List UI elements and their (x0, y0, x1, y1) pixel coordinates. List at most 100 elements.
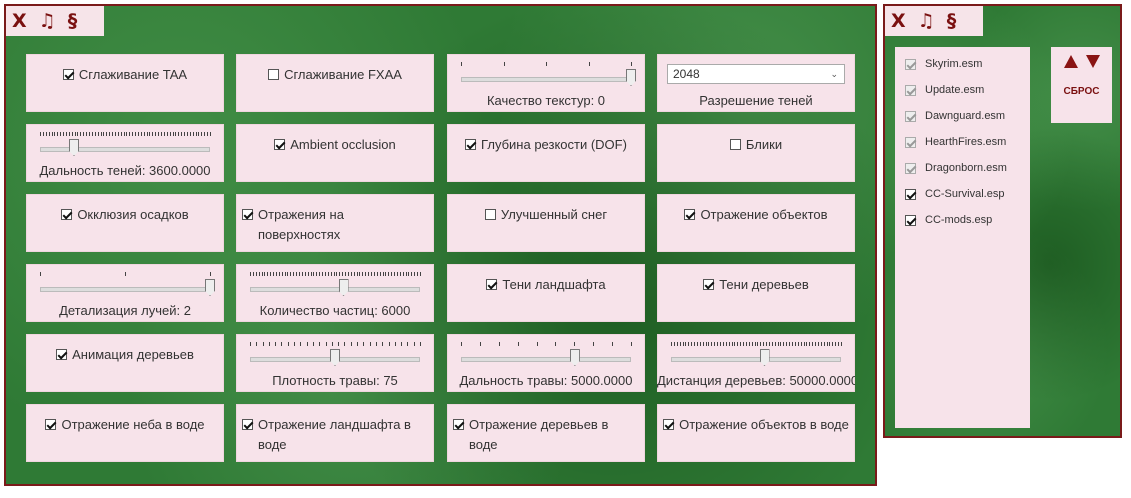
slider[interactable] (671, 342, 842, 368)
setting-checkbox-card: Отражение объектов в воде (657, 404, 855, 462)
checkbox[interactable] (242, 209, 253, 220)
plugin-checkbox (905, 110, 916, 122)
plugin-checkbox (905, 58, 916, 70)
select-value: 2048 (673, 67, 700, 81)
settings-titlebar: X ♫ § (6, 6, 104, 36)
checkbox-label[interactable]: Ambient occlusion (290, 135, 396, 155)
reset-button[interactable]: СБРОС (1051, 86, 1112, 97)
checkbox-label[interactable]: Отражение ландшафта в воде (258, 415, 428, 455)
plugin-item[interactable]: CC-Survival.esp (895, 181, 1030, 207)
close-icon[interactable]: X (12, 11, 27, 31)
shadow-resolution-select[interactable]: 2048 ⌄ (667, 64, 845, 84)
setting-slider-card: Дальность теней: 3600.0000 (26, 124, 224, 182)
checkbox-label[interactable]: Отражение объектов в воде (679, 415, 849, 435)
slider-thumb[interactable] (330, 349, 340, 366)
slider-thumb[interactable] (205, 279, 215, 296)
slider-thumb[interactable] (626, 69, 636, 86)
checkbox-label[interactable]: Отражение неба в воде (61, 415, 204, 435)
checkbox[interactable] (242, 419, 253, 430)
slider-label: Количество частиц: 6000 (259, 303, 411, 318)
checkbox-label[interactable]: Глубина резкости (DOF) (481, 135, 627, 155)
checkbox-label[interactable]: Сглаживание TAA (79, 65, 187, 85)
checkbox-label[interactable]: Тени ландшафта (502, 275, 605, 295)
setting-checkbox-card: Блики (657, 124, 855, 182)
slider-track[interactable] (250, 287, 420, 292)
section-sign-icon[interactable]: § (947, 11, 957, 31)
music-note-icon[interactable]: ♫ (39, 11, 56, 31)
music-note-icon[interactable]: ♫ (918, 11, 935, 31)
slider-label: Дистанция деревьев: 50000.0000 (657, 373, 855, 388)
arrow-down-icon[interactable] (1085, 55, 1100, 68)
slider-thumb[interactable] (338, 279, 349, 296)
checkbox[interactable] (465, 139, 477, 150)
checkbox[interactable] (484, 209, 496, 220)
checkbox[interactable] (729, 139, 741, 150)
setting-slider-card: Детализация лучей: 2 (26, 264, 224, 322)
checkbox[interactable] (62, 69, 74, 80)
plugin-item[interactable]: Dragonborn.esm (895, 155, 1030, 181)
slider-track[interactable] (461, 357, 631, 362)
slider-thumb[interactable] (69, 139, 79, 156)
slider[interactable] (461, 342, 632, 368)
setting-checkbox-card: Ambient occlusion (236, 124, 434, 182)
close-icon[interactable]: X (891, 11, 906, 31)
arrow-up-icon[interactable] (1063, 55, 1078, 68)
chevron-down-icon[interactable]: ⌄ (830, 65, 838, 83)
slider-label: Дальность травы: 5000.0000 (459, 373, 633, 388)
slider-thumb[interactable] (569, 349, 580, 366)
slider-ticks (250, 272, 421, 277)
slider-track[interactable] (40, 147, 210, 152)
checkbox[interactable] (268, 69, 280, 80)
slider[interactable] (250, 342, 421, 368)
slider-track[interactable] (671, 357, 841, 362)
plugin-checkbox (905, 162, 916, 174)
checkbox-label[interactable]: Тени деревьев (719, 275, 809, 295)
checkbox[interactable] (56, 349, 68, 360)
setting-checkbox-card: Анимация деревьев (26, 334, 224, 392)
setting-slider-card: Дальность травы: 5000.0000 (447, 334, 645, 392)
checkbox[interactable] (274, 139, 286, 150)
setting-checkbox-card: Сглаживание FXAA (236, 54, 434, 112)
checkbox-label[interactable]: Отражение объектов (700, 205, 827, 225)
section-sign-icon[interactable]: § (68, 11, 78, 31)
checkbox-label[interactable]: Сглаживание FXAA (284, 65, 402, 85)
setting-checkbox-card: Отражение деревьев в воде (447, 404, 645, 462)
checkbox-label[interactable]: Анимация деревьев (72, 345, 194, 365)
slider-track[interactable] (40, 287, 210, 292)
slider-ticks (671, 342, 842, 347)
slider-ticks (40, 272, 211, 277)
checkbox[interactable] (663, 419, 675, 430)
plugin-name: HearthFires.esm (925, 136, 1007, 148)
plugin-item[interactable]: CC-mods.esp (895, 207, 1030, 233)
slider-ticks (250, 342, 421, 347)
checkbox-label[interactable]: Блики (746, 135, 782, 155)
slider[interactable] (461, 62, 636, 88)
slider-label: Плотность травы: 75 (272, 373, 398, 388)
slider-thumb[interactable] (759, 349, 770, 366)
plugin-checkbox[interactable] (905, 188, 916, 200)
plugin-name: CC-Survival.esp (925, 188, 1005, 200)
plugin-item[interactable]: Update.esm (895, 77, 1030, 103)
checkbox-label[interactable]: Улучшенный снег (501, 205, 607, 225)
plugin-item[interactable]: HearthFires.esm (895, 129, 1030, 155)
checkbox[interactable] (486, 279, 498, 290)
plugin-checkbox[interactable] (905, 214, 916, 226)
checkbox[interactable] (684, 209, 696, 220)
slider-track[interactable] (461, 77, 631, 82)
plugin-item[interactable]: Dawnguard.esm (895, 103, 1030, 129)
checkbox[interactable] (45, 419, 57, 430)
checkbox-label[interactable]: Окклюзия осадков (77, 205, 188, 225)
plugin-name: Dawnguard.esm (925, 110, 1006, 122)
checkbox[interactable] (61, 209, 73, 220)
slider[interactable] (40, 132, 211, 158)
checkbox[interactable] (703, 279, 715, 290)
slider[interactable] (250, 272, 421, 298)
plugin-checkbox (905, 84, 916, 96)
setting-checkbox-card: Окклюзия осадков (26, 194, 224, 252)
checkbox[interactable] (453, 419, 464, 430)
checkbox-label[interactable]: Отражение деревьев в воде (469, 415, 639, 455)
plugin-name: Skyrim.esm (925, 58, 983, 70)
checkbox-label[interactable]: Отражения на поверхностях (258, 205, 428, 245)
plugin-item[interactable]: Skyrim.esm (895, 51, 1030, 77)
slider[interactable] (40, 272, 215, 298)
